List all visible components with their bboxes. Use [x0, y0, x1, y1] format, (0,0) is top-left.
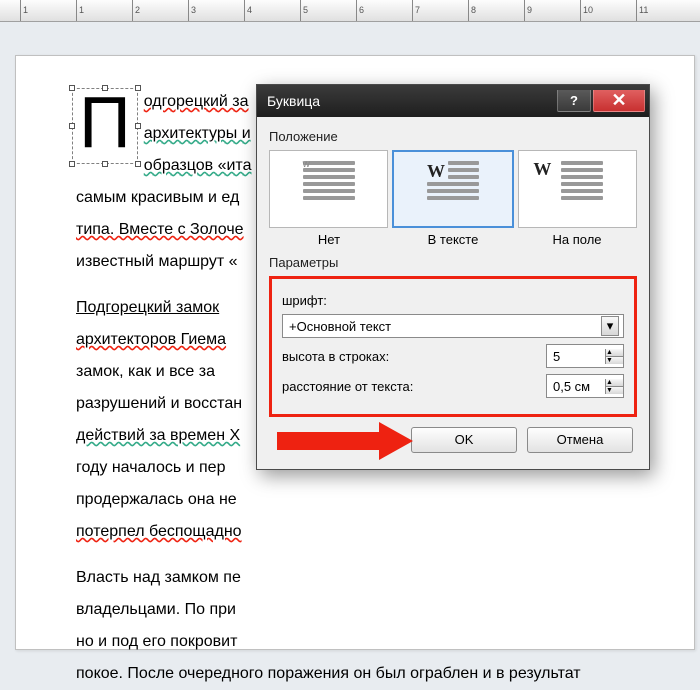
- height-spinner[interactable]: 5 ▲ ▼: [546, 344, 624, 368]
- dropcap-letter: П: [79, 83, 131, 163]
- ruler: 1 1 2 3 4 5 6 7 8 9 10 11: [0, 0, 700, 22]
- ruler-tick: 10: [580, 0, 636, 21]
- ruler-tick: 1: [20, 0, 76, 21]
- ruler-tick: 8: [468, 0, 524, 21]
- position-label-margin: На поле: [517, 232, 637, 247]
- position-option-none[interactable]: w: [269, 150, 388, 228]
- dialog-footer: OK Отмена: [269, 417, 637, 457]
- annotation-arrow-head: [379, 422, 413, 460]
- text-line: самым красивым и ед: [76, 189, 239, 206]
- chevron-up-icon: ▲: [606, 349, 623, 356]
- position-option-intext[interactable]: W: [392, 150, 513, 228]
- ruler-tick: 5: [300, 0, 356, 21]
- ruler-tick: 4: [244, 0, 300, 21]
- text-line: Власть над замком пе: [76, 569, 241, 586]
- text-line: разрушений и восстан: [76, 395, 242, 412]
- distance-label: расстояние от текста:: [282, 379, 467, 394]
- parameters-group-highlight: шрифт: +Основной текст ▾ высота в строка…: [269, 276, 637, 417]
- text-line: году началось и пер: [76, 459, 225, 476]
- text-line: Подгорецкий замок: [76, 299, 219, 316]
- ruler-tick: 3: [188, 0, 244, 21]
- font-value: +Основной текст: [289, 319, 391, 334]
- close-button[interactable]: ✕: [593, 90, 645, 112]
- text-line: архитектуры и: [144, 125, 251, 142]
- dropcap-dialog: Буквица ? ✕ Положение w W W: [256, 84, 650, 470]
- params-section-label: Параметры: [269, 255, 637, 270]
- text-line: потерпел беспощадно: [76, 523, 242, 540]
- spin-up-button[interactable]: ▲: [606, 349, 623, 357]
- chevron-down-icon: ▾: [607, 318, 614, 334]
- text-line: типа. Вместе с Золоче: [76, 221, 244, 238]
- chevron-down-icon: ▼: [606, 387, 623, 394]
- ruler-tick: 1: [76, 0, 132, 21]
- position-option-margin[interactable]: W: [518, 150, 637, 228]
- text-line: архитекторов Гиема: [76, 331, 226, 348]
- font-combobox[interactable]: +Основной текст ▾: [282, 314, 624, 338]
- chevron-down-icon: ▼: [606, 357, 623, 364]
- distance-spinner[interactable]: 0,5 см ▲ ▼: [546, 374, 624, 398]
- text-line: но и под его покровит: [76, 633, 237, 650]
- text-line: одгорецкий за: [144, 93, 249, 110]
- font-label: шрифт:: [282, 293, 467, 308]
- annotation-arrow: [277, 432, 385, 450]
- position-label-intext: В тексте: [393, 232, 513, 247]
- dialog-titlebar[interactable]: Буквица ? ✕: [257, 85, 649, 117]
- text-line: владельцами. По при: [76, 601, 236, 618]
- ruler-tick: 6: [356, 0, 412, 21]
- height-value: 5: [553, 349, 605, 364]
- ok-button[interactable]: OK: [411, 427, 517, 453]
- dropcap-frame[interactable]: П: [72, 88, 138, 164]
- spin-down-button[interactable]: ▼: [606, 387, 623, 394]
- ruler-tick: 7: [412, 0, 468, 21]
- text-line: продержалась она не: [76, 491, 237, 508]
- position-options: w W W: [269, 150, 637, 228]
- dialog-title: Буквица: [267, 93, 557, 109]
- distance-value: 0,5 см: [553, 379, 605, 394]
- cancel-button[interactable]: Отмена: [527, 427, 633, 453]
- text-line: образцов «ита: [144, 157, 252, 174]
- text-line: покое. После очередного поражения он был…: [76, 665, 581, 682]
- text-line: замок, как и все за: [76, 363, 215, 380]
- position-section-label: Положение: [269, 129, 637, 144]
- help-button[interactable]: ?: [557, 90, 591, 112]
- text-line: известный маршрут «: [76, 253, 238, 270]
- text-line: действий за времен X: [76, 427, 240, 444]
- dropdown-button[interactable]: ▾: [601, 316, 619, 336]
- close-icon: ✕: [611, 90, 626, 111]
- spin-down-button[interactable]: ▼: [606, 357, 623, 364]
- ruler-tick: 11: [636, 0, 692, 21]
- chevron-up-icon: ▲: [606, 379, 623, 386]
- ruler-tick: 9: [524, 0, 580, 21]
- ruler-tick: 2: [132, 0, 188, 21]
- height-label: высота в строках:: [282, 349, 467, 364]
- position-label-none: Нет: [269, 232, 389, 247]
- spin-up-button[interactable]: ▲: [606, 379, 623, 387]
